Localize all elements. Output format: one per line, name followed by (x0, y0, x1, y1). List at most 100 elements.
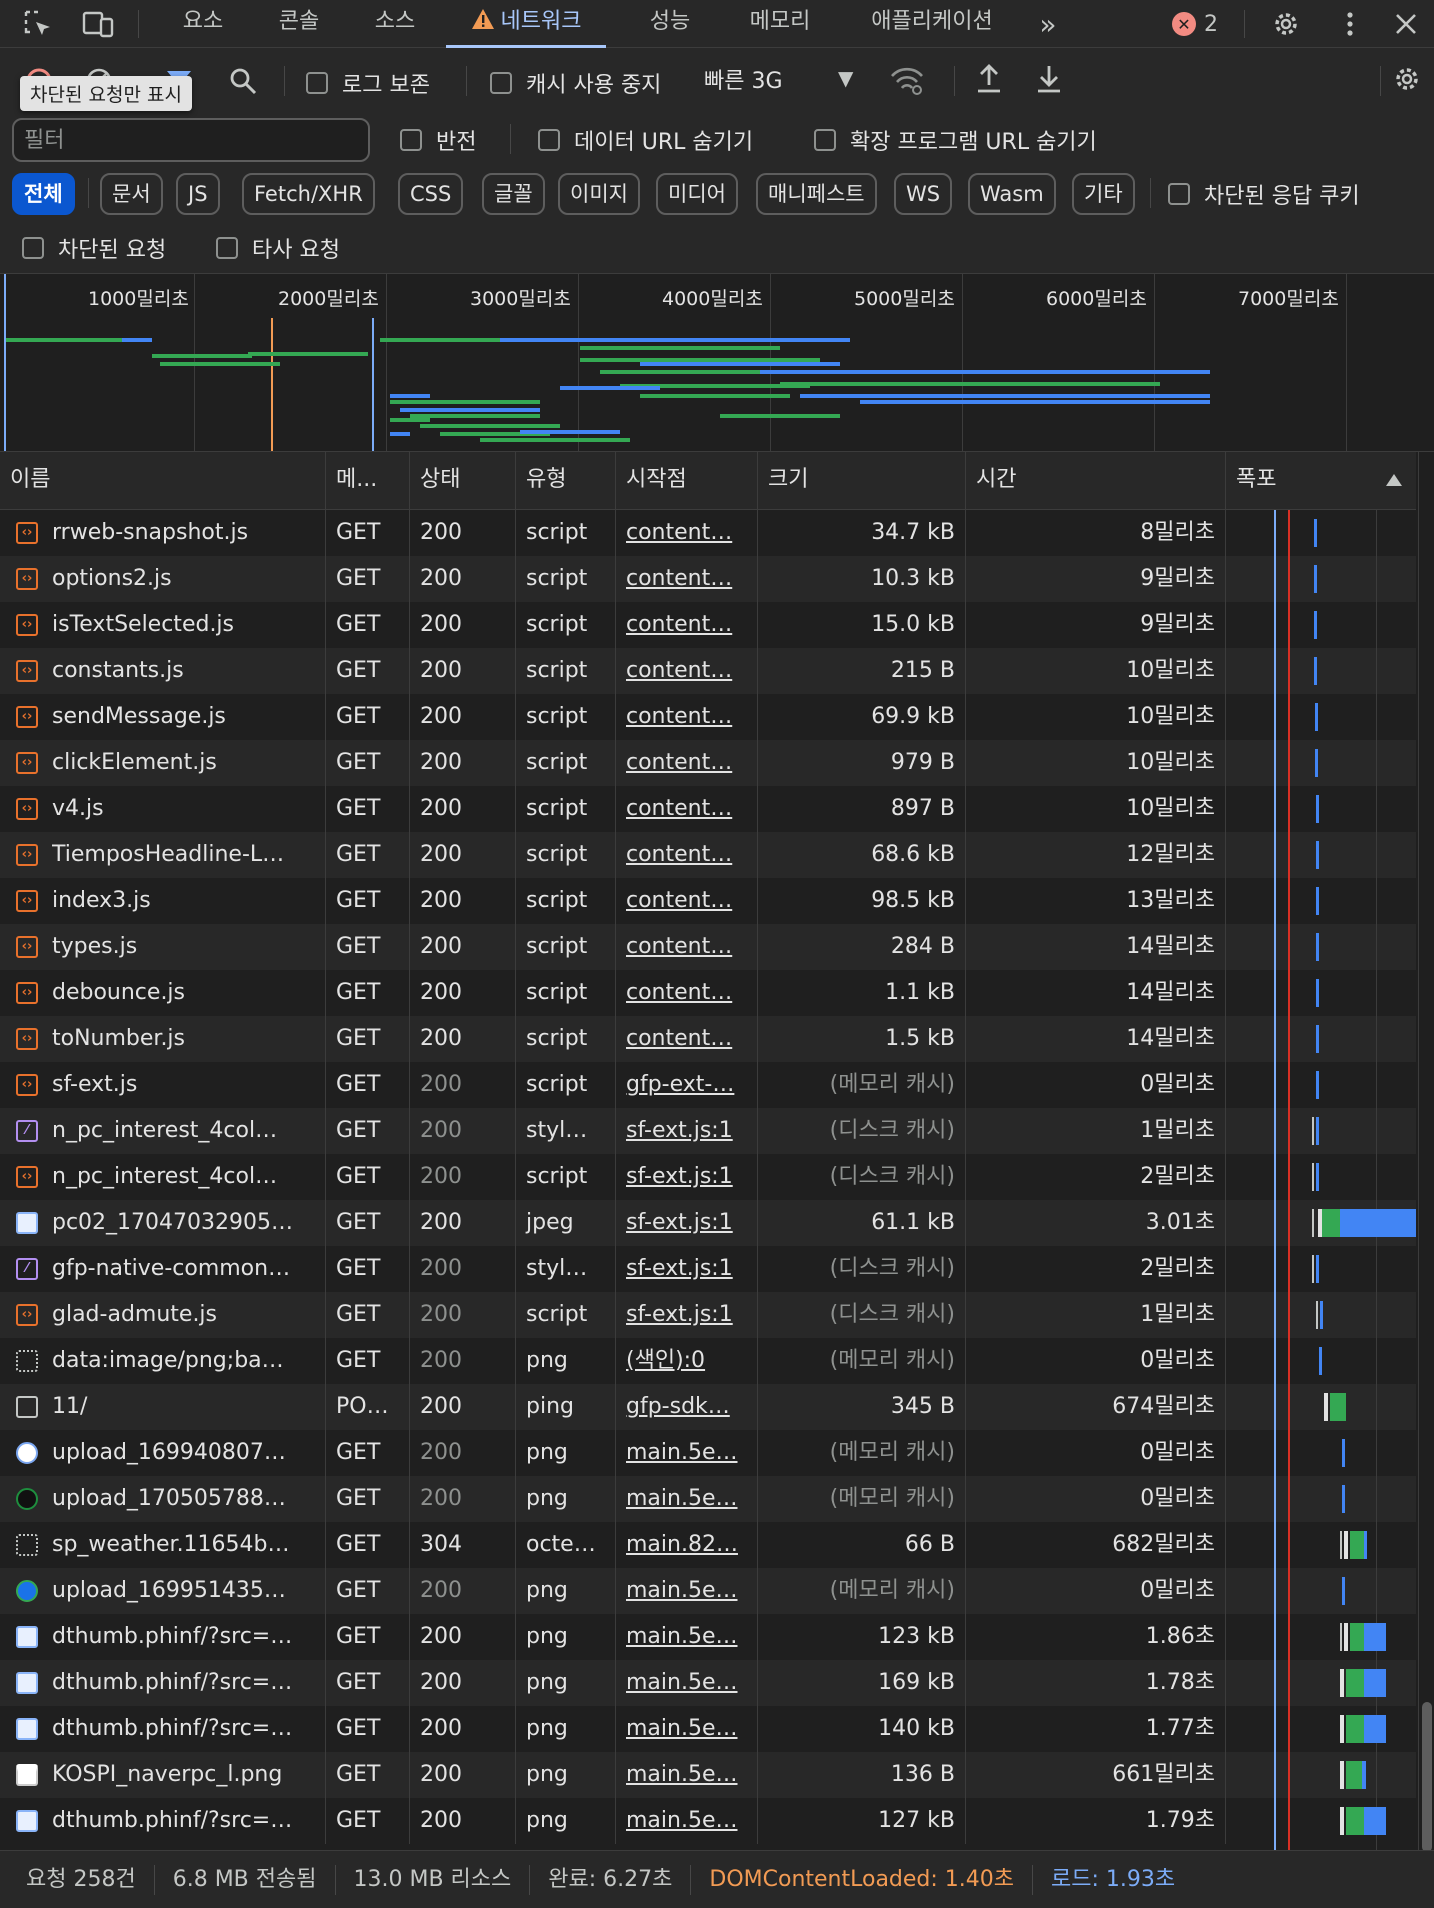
table-row[interactable]: pc02_17047032905… GET 200 jpeg sf-ext.js:1 61… (0, 1200, 1416, 1246)
cell-initiator[interactable]: gfp-ext-… (616, 1062, 758, 1108)
waterfall-bar-segment[interactable] (1350, 1623, 1364, 1651)
filter-type-font[interactable]: 글꼴 (482, 173, 545, 215)
import-har-icon[interactable] (970, 60, 1008, 98)
invert-box[interactable] (400, 129, 422, 151)
waterfall-bar-segment[interactable] (1316, 1163, 1319, 1191)
initiator-link[interactable]: main.5e… (626, 1624, 738, 1649)
waterfall-bar-segment[interactable] (1314, 611, 1317, 639)
cell-initiator[interactable]: main.5e… (616, 1706, 758, 1752)
table-row[interactable]: ‹› TiemposHeadline-L… GET 200 script content…… (0, 832, 1416, 878)
initiator-link[interactable]: content… (626, 612, 732, 637)
initiator-link[interactable]: content… (626, 842, 732, 867)
waterfall-bar-segment[interactable] (1316, 1301, 1318, 1329)
third-party-requests-checkbox[interactable]: 타사 요청 (216, 232, 340, 264)
waterfall-bar-segment[interactable] (1312, 1117, 1314, 1145)
cell-initiator[interactable]: content… (616, 694, 758, 740)
waterfall-bar-segment[interactable] (1312, 1209, 1314, 1237)
cell-initiator[interactable]: sf-ext.js:1 (616, 1108, 758, 1154)
table-row[interactable]: ‹› sendMessage.js GET 200 script content… 69.9… (0, 694, 1416, 740)
cell-initiator[interactable]: (색인):0 (616, 1338, 758, 1384)
initiator-link[interactable]: content… (626, 566, 732, 591)
initiator-link[interactable]: main.5e… (626, 1762, 738, 1787)
waterfall-bar-segment[interactable] (1316, 1071, 1319, 1099)
cell-initiator[interactable]: sf-ext.js:1 (616, 1200, 758, 1246)
tab-application[interactable]: 애플리케이션 (852, 0, 1012, 48)
more-options-icon[interactable] (1332, 6, 1368, 42)
close-icon[interactable] (1388, 6, 1424, 42)
cell-initiator[interactable]: sf-ext.js:1 (616, 1154, 758, 1200)
filter-type-js[interactable]: JS (176, 173, 220, 215)
cell-initiator[interactable]: content… (616, 970, 758, 1016)
table-row[interactable]: 11/PO… 200 ping gfp-sdk… 345 B 674밀리초 (0, 1384, 1416, 1430)
waterfall-bar-segment[interactable] (1340, 1761, 1344, 1789)
blocked-requests-checkbox[interactable]: 차단된 요청 (22, 232, 166, 264)
table-row[interactable]: ‹› v4.js GET 200 script content… 897 B 10밀리초 (0, 786, 1416, 832)
initiator-link[interactable]: main.5e… (626, 1670, 738, 1695)
waterfall-bar-segment[interactable] (1322, 1209, 1340, 1237)
hide-extension-urls-box[interactable] (814, 129, 836, 151)
table-row[interactable]: KOSPI_naverpc_l.png GET 200 png main.5e… 136 … (0, 1752, 1416, 1798)
filter-type-wasm[interactable]: Wasm (968, 173, 1056, 215)
tab-performance[interactable]: 성능 (630, 0, 710, 48)
initiator-link[interactable]: sf-ext.js:1 (626, 1164, 733, 1189)
settings-gear-icon[interactable] (1268, 6, 1304, 42)
waterfall-bar-segment[interactable] (1316, 1255, 1319, 1283)
waterfall-bar-segment[interactable] (1340, 1807, 1344, 1835)
blocked-requests-box[interactable] (22, 237, 44, 259)
table-row[interactable]: dthumb.phinf/?src=… GET 200 png main.5e… 123 … (0, 1614, 1416, 1660)
initiator-link[interactable]: main.5e… (626, 1808, 738, 1833)
cell-initiator[interactable]: content… (616, 832, 758, 878)
tab-console[interactable]: 콘솔 (256, 0, 342, 48)
table-row[interactable]: ‹› constants.js GET 200 script content… 215 B1… (0, 648, 1416, 694)
waterfall-bar-segment[interactable] (1340, 1209, 1416, 1237)
cell-initiator[interactable]: sf-ext.js:1 (616, 1292, 758, 1338)
search-icon[interactable] (224, 62, 262, 100)
initiator-link[interactable]: content… (626, 658, 732, 683)
waterfall-bar-segment[interactable] (1316, 933, 1319, 961)
timeline-overview[interactable]: 1000밀리초 2000밀리초 3000밀리초 4000밀리초 5000밀리초 … (0, 274, 1434, 452)
initiator-link[interactable]: sf-ext.js:1 (626, 1256, 733, 1281)
table-row[interactable]: data:image/png;ba… GET 200 png (색인):0 (메모리 캐시… (0, 1338, 1416, 1384)
waterfall-bar-segment[interactable] (1364, 1715, 1386, 1743)
waterfall-bar-segment[interactable] (1344, 1623, 1348, 1651)
tab-elements[interactable]: 요소 (160, 0, 246, 48)
throttling-dropdown-icon[interactable]: ▼ (838, 66, 853, 90)
export-har-icon[interactable] (1030, 60, 1068, 98)
initiator-link[interactable]: main.82… (626, 1532, 738, 1557)
table-row[interactable]: ‹› debounce.js GET 200 script content… 1.1 kB 1… (0, 970, 1416, 1016)
table-row[interactable]: sp_weather.11654b… GET 304 octe… main.82… 66 … (0, 1522, 1416, 1568)
cell-initiator[interactable]: main.5e… (616, 1568, 758, 1614)
blocked-response-cookies-box[interactable] (1168, 183, 1190, 205)
waterfall-bar-segment[interactable] (1314, 657, 1317, 685)
initiator-link[interactable]: content… (626, 704, 732, 729)
waterfall-bar-segment[interactable] (1316, 841, 1319, 869)
initiator-link[interactable]: content… (626, 980, 732, 1005)
initiator-link[interactable]: main.5e… (626, 1716, 738, 1741)
network-settings-gear-icon[interactable] (1388, 60, 1426, 98)
cell-initiator[interactable]: content… (616, 1016, 758, 1062)
table-row[interactable]: ‹› types.js GET 200 script content… 284 B 14밀리초 (0, 924, 1416, 970)
error-count-badge[interactable]: ✕ 2 (1172, 10, 1218, 38)
waterfall-bar-segment[interactable] (1316, 1025, 1319, 1053)
waterfall-bar-segment[interactable] (1315, 703, 1318, 731)
table-row[interactable]: ‹› isTextSelected.js GET 200 script content… 1… (0, 602, 1416, 648)
table-scrollbar[interactable] (1418, 452, 1434, 1852)
table-row[interactable]: ‹› glad-admute.js GET 200 script sf-ext.js:1 (… (0, 1292, 1416, 1338)
table-row[interactable]: ⁄ n_pc_interest_4col… GET 200 styl… sf-ext.js… (0, 1108, 1416, 1154)
cell-initiator[interactable]: content… (616, 556, 758, 602)
preserve-log-checkbox[interactable]: 로그 보존 (306, 67, 430, 99)
waterfall-bar-segment[interactable] (1316, 887, 1319, 915)
filter-type-doc[interactable]: 문서 (100, 173, 163, 215)
initiator-link[interactable]: sf-ext.js:1 (626, 1118, 733, 1143)
waterfall-bar-segment[interactable] (1315, 749, 1318, 777)
preserve-log-box[interactable] (306, 72, 328, 94)
table-row[interactable]: upload_169940807… GET 200 png main.5e… (메모리 캐… (0, 1430, 1416, 1476)
inspect-element-icon[interactable] (20, 6, 56, 42)
waterfall-bar-segment[interactable] (1320, 1301, 1323, 1329)
column-header-status[interactable]: 상태 (410, 452, 516, 510)
waterfall-bar-segment[interactable] (1344, 1531, 1348, 1559)
waterfall-bar-segment[interactable] (1340, 1623, 1342, 1651)
waterfall-bar-segment[interactable] (1319, 1347, 1322, 1375)
waterfall-bar-segment[interactable] (1362, 1761, 1366, 1789)
filter-type-all[interactable]: 전체 (12, 173, 75, 215)
